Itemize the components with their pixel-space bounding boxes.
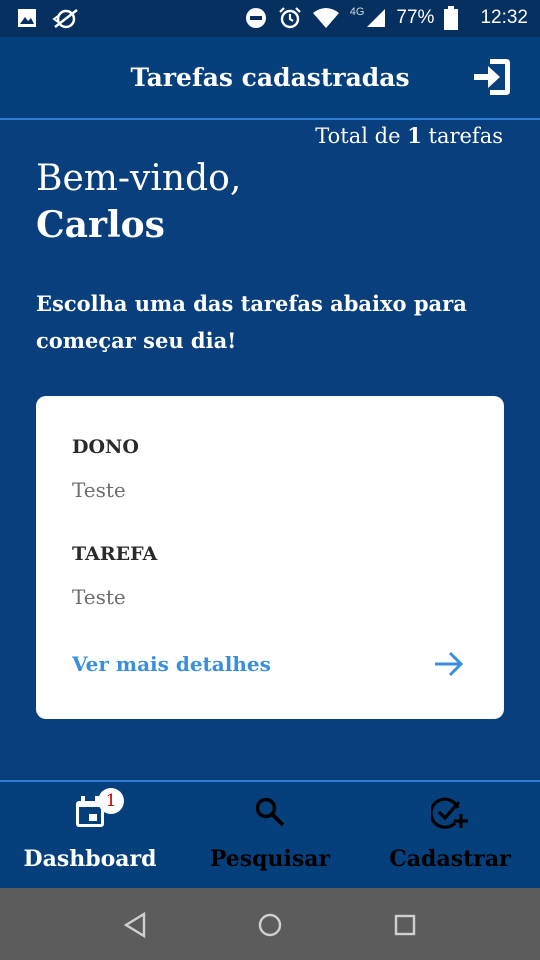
task-value: Teste — [72, 585, 126, 609]
image-icon — [18, 9, 36, 27]
battery-icon — [444, 6, 459, 30]
owner-value: Teste — [72, 478, 126, 502]
total-count: 1 — [407, 123, 422, 148]
nav-search[interactable]: Pesquisar — [180, 782, 360, 888]
network-type: 4G — [349, 6, 365, 18]
back-icon — [123, 911, 146, 939]
app-bar: Tarefas cadastradas — [0, 37, 540, 120]
arrow-right-icon — [435, 651, 464, 677]
logout-icon — [474, 59, 510, 95]
nav-dashboard-label: Dashboard — [23, 846, 157, 872]
nav-register-label: Cadastrar — [389, 846, 511, 872]
system-navigation-bar — [0, 888, 540, 960]
total-prefix: Total de — [315, 124, 408, 148]
recents-button[interactable] — [390, 910, 420, 940]
task-card[interactable]: DONO Teste TAREFA Teste Ver mais detalhe… — [36, 396, 504, 719]
battery-percent: 77% — [396, 7, 435, 28]
welcome-subtitle: Escolha uma das tarefas abaixo para come… — [36, 291, 467, 353]
nav-register[interactable]: Cadastrar — [360, 782, 540, 888]
bottom-navigation: 1 Dashboard Pesquisar Cadastrar — [0, 780, 540, 890]
welcome-heading: Bem-vindo, Carlos — [36, 156, 241, 248]
check-add-icon — [429, 796, 469, 834]
wifi-icon — [312, 8, 339, 28]
details-link[interactable]: Ver mais detalhes — [72, 652, 271, 676]
page-title: Tarefas cadastradas — [130, 63, 410, 92]
logout-button[interactable] — [470, 55, 514, 99]
do-not-disturb-icon — [245, 8, 266, 28]
nav-search-label: Pesquisar — [209, 846, 331, 872]
notification-badge: 1 — [98, 788, 124, 814]
search-icon — [254, 796, 286, 832]
total-suffix: tarefas — [421, 124, 504, 148]
no-sync-icon — [52, 9, 78, 29]
signal-icon — [367, 9, 386, 27]
total-tasks-label: Total de 1 tarefas — [315, 123, 503, 148]
alarm-icon — [278, 7, 301, 29]
status-bar: 4G 77% 12:32 — [0, 0, 540, 37]
details-arrow-button[interactable] — [432, 649, 466, 679]
greeting: Bem-vindo, — [36, 158, 242, 199]
user-name: Carlos — [36, 204, 165, 246]
recents-icon — [394, 914, 416, 936]
task-label: TAREFA — [72, 543, 158, 565]
owner-label: DONO — [72, 436, 139, 458]
home-button[interactable] — [255, 910, 285, 940]
clock: 12:32 — [480, 7, 528, 28]
back-button[interactable] — [120, 910, 150, 940]
home-icon — [258, 913, 282, 937]
nav-dashboard[interactable]: 1 Dashboard — [0, 782, 180, 888]
